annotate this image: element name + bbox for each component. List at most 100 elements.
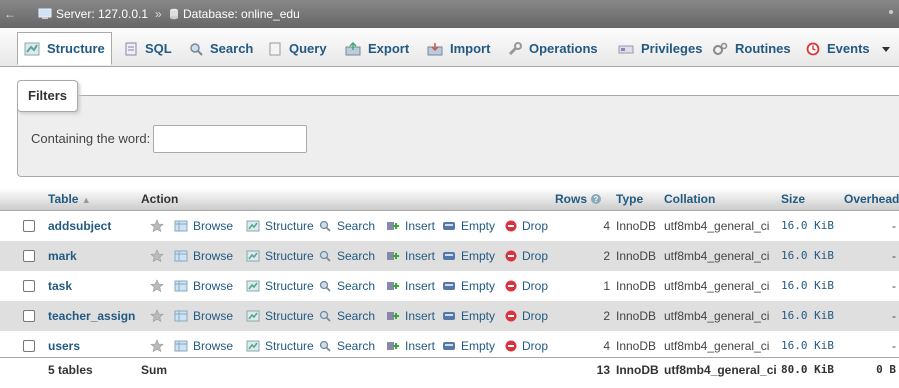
tab-events[interactable]: Events bbox=[800, 32, 876, 65]
tab-bar: Structure SQL Search Query Export Import… bbox=[0, 28, 899, 67]
browse-icon bbox=[174, 340, 188, 352]
drop-action[interactable]: Drop bbox=[505, 211, 548, 241]
tab-import[interactable]: Import bbox=[421, 32, 496, 65]
header-table[interactable]: Table ▲ bbox=[48, 188, 91, 210]
favorite-star-icon[interactable] bbox=[150, 279, 164, 293]
row-type: InnoDB bbox=[616, 279, 657, 293]
search-icon bbox=[190, 42, 203, 56]
table-name-link[interactable]: teacher_assign bbox=[48, 301, 135, 331]
routines-icon bbox=[713, 42, 728, 55]
header-size[interactable]: Size bbox=[781, 188, 805, 210]
favorite-star-icon[interactable] bbox=[150, 249, 164, 263]
insert-action[interactable]: Insert bbox=[386, 271, 435, 301]
menu-dot-icon[interactable] bbox=[889, 10, 893, 14]
summary-overhead: 0 B bbox=[876, 363, 896, 376]
structure-icon bbox=[246, 280, 260, 292]
row-checkbox[interactable] bbox=[23, 310, 35, 322]
insert-action[interactable]: Insert bbox=[386, 241, 435, 271]
table-name-link[interactable]: addsubject bbox=[48, 211, 111, 241]
favorite-button[interactable] bbox=[150, 271, 164, 301]
tab-sql[interactable]: SQL bbox=[118, 32, 178, 65]
insert-icon bbox=[387, 342, 399, 350]
structure-action[interactable]: Structure bbox=[246, 271, 314, 301]
filters-legend: Filters bbox=[17, 80, 79, 112]
browse-action[interactable]: Browse bbox=[174, 211, 233, 241]
favorite-star-icon[interactable] bbox=[150, 339, 164, 353]
structure-action[interactable]: Structure bbox=[246, 301, 314, 331]
header-type[interactable]: Type bbox=[616, 188, 643, 210]
drop-icon bbox=[505, 340, 517, 352]
breadcrumb-separator: » bbox=[155, 7, 162, 21]
table-name-link[interactable]: task bbox=[48, 271, 72, 301]
row-checkbox[interactable] bbox=[23, 220, 35, 232]
table-name-link[interactable]: mark bbox=[48, 241, 77, 271]
favorite-star-icon[interactable] bbox=[150, 219, 164, 233]
favorite-button[interactable] bbox=[150, 241, 164, 271]
drop-icon bbox=[505, 310, 517, 322]
tab-export[interactable]: Export bbox=[339, 32, 415, 65]
drop-action[interactable]: Drop bbox=[505, 271, 548, 301]
structure-action[interactable]: Structure bbox=[246, 211, 314, 241]
breadcrumb-server[interactable]: Server: 127.0.0.1 bbox=[38, 0, 148, 28]
query-icon bbox=[269, 42, 281, 55]
structure-icon bbox=[246, 340, 260, 352]
sort-asc-icon: ▲ bbox=[81, 195, 91, 205]
row-count: 2 bbox=[603, 309, 610, 323]
browse-action[interactable]: Browse bbox=[174, 301, 233, 331]
favorite-button[interactable] bbox=[150, 211, 164, 241]
search-action[interactable]: Search bbox=[318, 211, 375, 241]
empty-action[interactable]: Empty bbox=[442, 271, 495, 301]
tab-privileges[interactable]: Privileges bbox=[612, 32, 708, 65]
tab-routines[interactable]: Routines bbox=[706, 32, 797, 65]
search-action[interactable]: Search bbox=[318, 271, 375, 301]
drop-icon bbox=[505, 280, 517, 292]
tab-operations[interactable]: Operations bbox=[502, 32, 604, 65]
row-size[interactable]: 16.0 KiB bbox=[781, 211, 834, 241]
header-rows[interactable]: Rows ? bbox=[555, 188, 602, 210]
drop-icon bbox=[505, 220, 517, 232]
drop-action[interactable]: Drop bbox=[505, 301, 548, 331]
browse-icon bbox=[174, 250, 188, 262]
empty-action[interactable]: Empty bbox=[442, 301, 495, 331]
collapse-arrow-icon[interactable]: ← bbox=[0, 0, 20, 28]
favorite-button[interactable] bbox=[150, 301, 164, 331]
summary-collation: utf8mb4_general_ci bbox=[664, 363, 777, 377]
row-checkbox[interactable] bbox=[23, 250, 35, 262]
tab-structure[interactable]: Structure bbox=[17, 32, 112, 65]
empty-action[interactable]: Empty bbox=[442, 211, 495, 241]
privileges-icon bbox=[618, 45, 634, 53]
table-row: teacher_assign Browse Structure Search Inser… bbox=[0, 301, 899, 331]
search-icon bbox=[319, 250, 331, 262]
row-checkbox[interactable] bbox=[23, 340, 35, 352]
structure-action[interactable]: Structure bbox=[246, 241, 314, 271]
browse-action[interactable]: Browse bbox=[174, 271, 233, 301]
insert-action[interactable]: Insert bbox=[386, 211, 435, 241]
tab-more[interactable] bbox=[879, 32, 893, 65]
search-action[interactable]: Search bbox=[318, 241, 375, 271]
browse-action[interactable]: Browse bbox=[174, 241, 233, 271]
tab-query[interactable]: Query bbox=[262, 32, 333, 65]
row-size[interactable]: 16.0 KiB bbox=[781, 271, 834, 301]
search-icon bbox=[319, 310, 331, 322]
row-size[interactable]: 16.0 KiB bbox=[781, 301, 834, 331]
search-icon bbox=[319, 280, 331, 292]
insert-action[interactable]: Insert bbox=[386, 301, 435, 331]
row-size[interactable]: 16.0 KiB bbox=[781, 241, 834, 271]
drop-action[interactable]: Drop bbox=[505, 241, 548, 271]
row-count: 2 bbox=[603, 249, 610, 263]
search-action[interactable]: Search bbox=[318, 301, 375, 331]
table-row: mark Browse Structure Search Insert Empty Drop… bbox=[0, 241, 899, 271]
empty-action[interactable]: Empty bbox=[442, 241, 495, 271]
row-checkbox[interactable] bbox=[23, 280, 35, 292]
tab-search[interactable]: Search bbox=[183, 32, 259, 65]
empty-icon bbox=[443, 282, 455, 290]
help-icon: ? bbox=[591, 194, 602, 204]
breadcrumb-database[interactable]: Database: online_edu bbox=[169, 0, 300, 28]
header-collation[interactable]: Collation bbox=[664, 188, 715, 210]
row-collation: utf8mb4_general_ci bbox=[664, 309, 770, 323]
favorite-star-icon[interactable] bbox=[150, 309, 164, 323]
filter-input[interactable] bbox=[153, 125, 307, 153]
database-label: Database: online_edu bbox=[183, 7, 300, 21]
row-count: 4 bbox=[603, 219, 610, 233]
header-overhead[interactable]: Overhead bbox=[844, 188, 899, 210]
